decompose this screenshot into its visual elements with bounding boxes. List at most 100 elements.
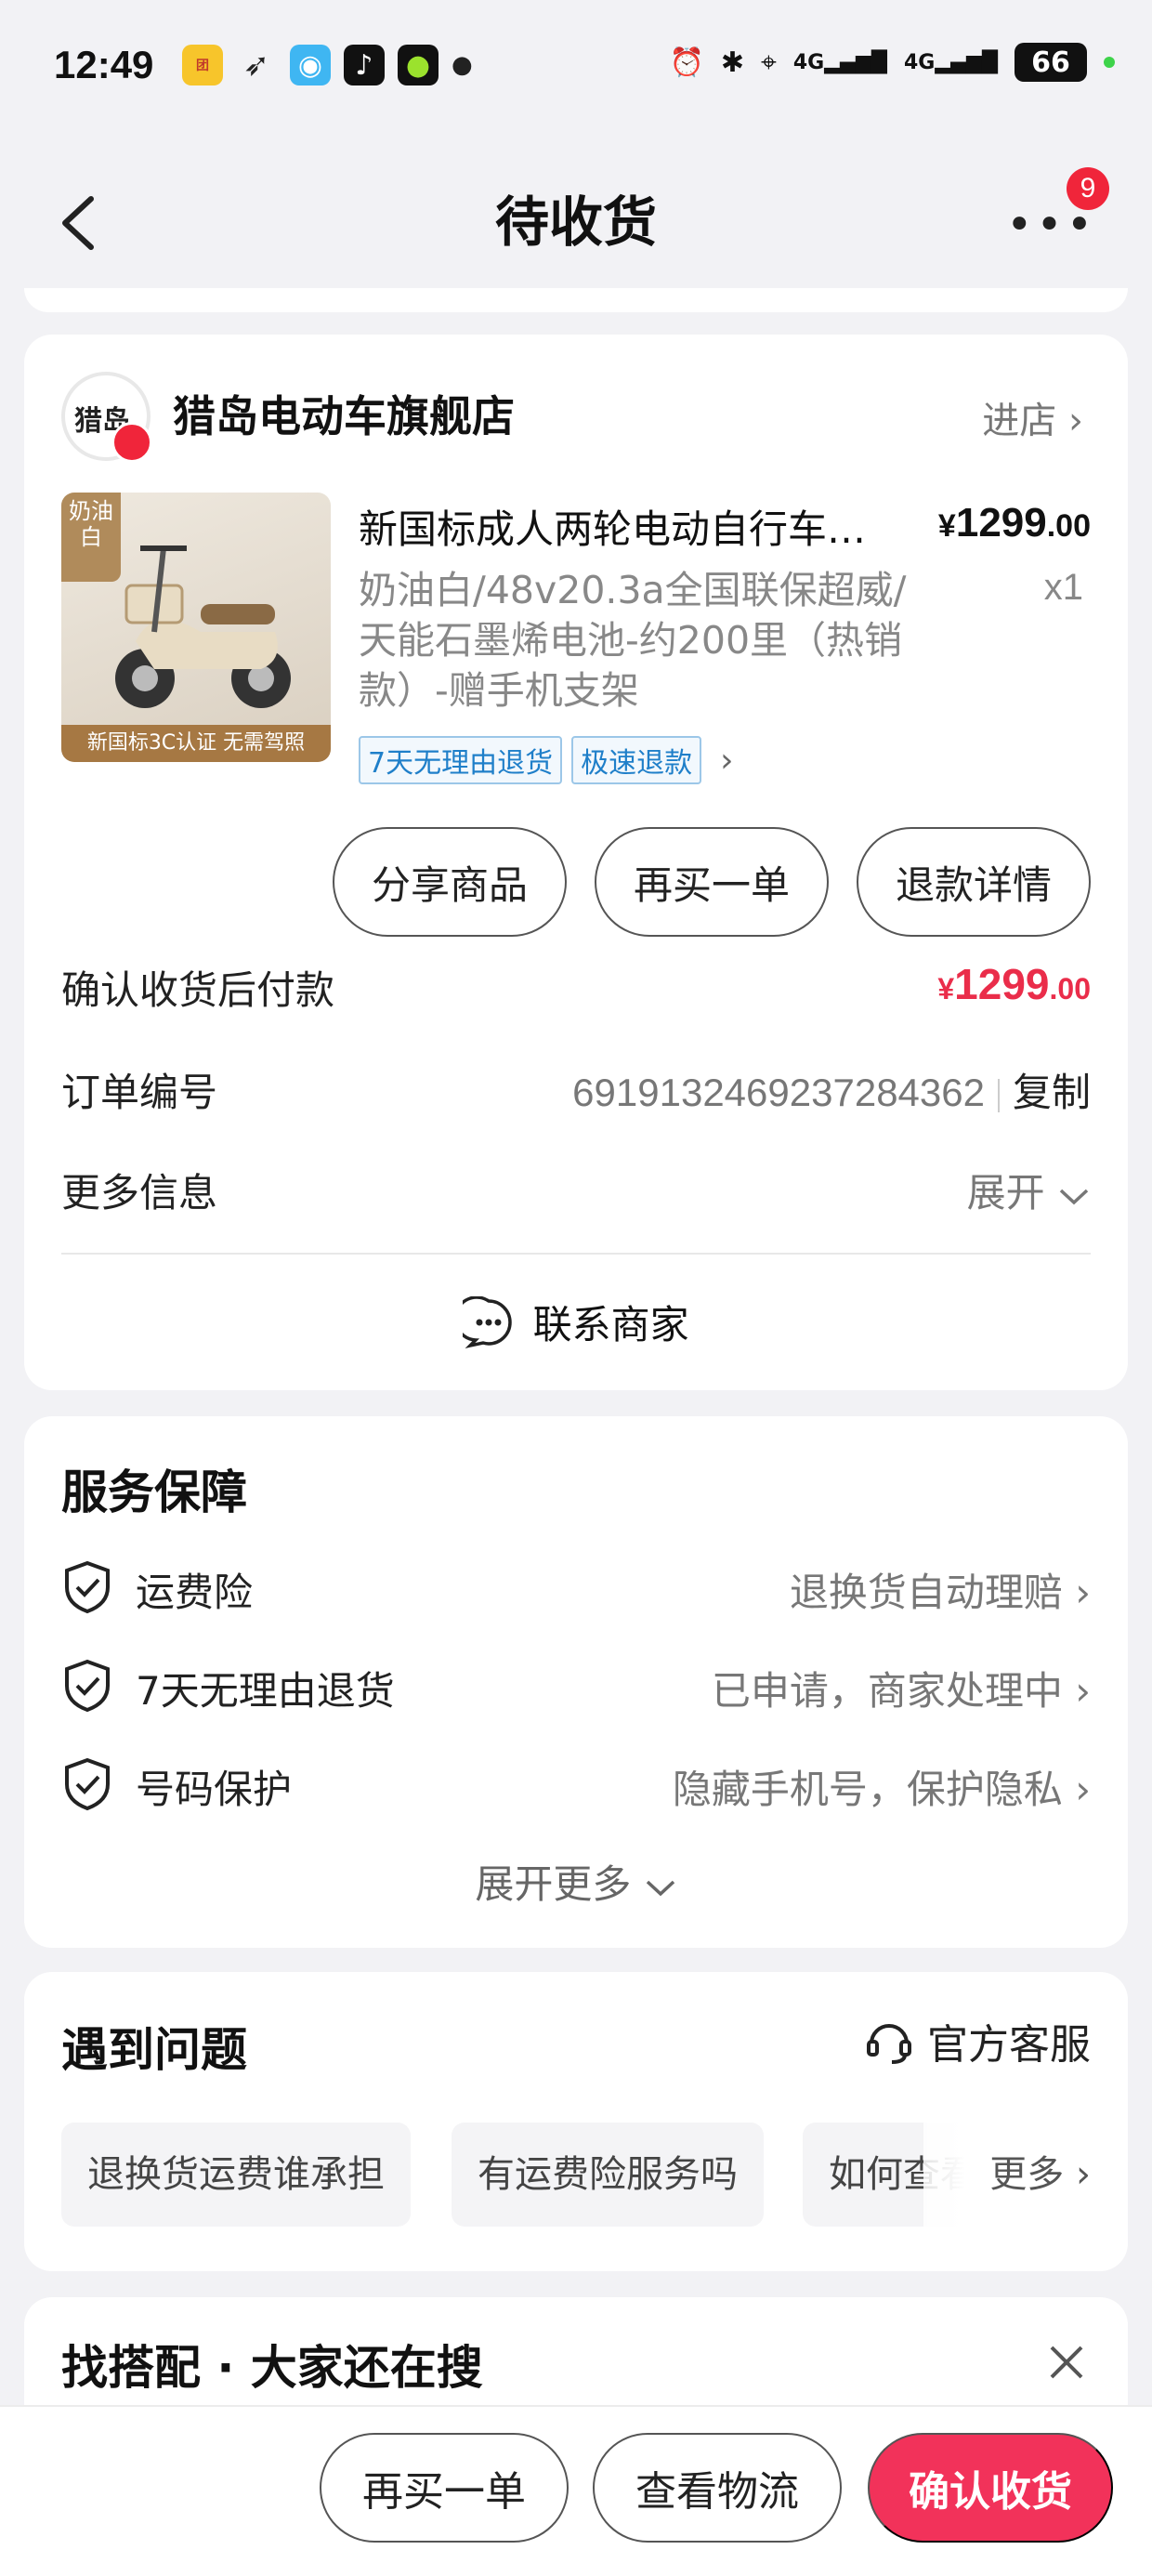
official-customer-service[interactable]: 官方客服 <box>864 2011 1091 2070</box>
product-quantity: x1 <box>1043 567 1083 608</box>
page-title: 待收货 <box>494 191 657 254</box>
bottom-action-bar: 再买一单 查看物流 确认收货 <box>0 2405 1152 2576</box>
problems-card: 遇到问题 官方客服 退换货运费谁承担 有运费险服务吗 如何查看物流 更多 › <box>24 1972 1128 2271</box>
product-tags[interactable]: 7天无理由退货 极速退款 › <box>359 736 734 784</box>
tag-fast-refund: 极速退款 <box>571 736 702 784</box>
service-item-7day-return[interactable]: 7天无理由退货 已申请，商家处理中 › <box>61 1654 1091 1719</box>
chevron-down-icon <box>1059 1189 1089 1204</box>
status-indicators: ⏰ ✱ ⌖ 4G▂▄▆█ 4G▂▄▆█ 66 <box>669 43 1115 82</box>
service-value: 已申请，商家处理中 › <box>711 1668 1091 1714</box>
status-bar: 12:49 团 ➶ ◉ ♪ ● ● ⏰ ✱ ⌖ 4G▂▄▆█ 4G▂▄▆█ 66 <box>0 0 1152 130</box>
service-guarantee-card: 服务保障 运费险 退换货自动理赔 › 7天无理由退货 已申请，商家处理中 › 号… <box>24 1416 1128 1948</box>
alarm-icon: ⏰ <box>669 46 704 79</box>
chat-bubble-icon <box>453 1295 512 1348</box>
product-spec: 奶油白/48v20.3a全国联保超威/天能石墨烯电池-约200里（热销款）-赠手… <box>359 568 907 713</box>
notification-badge: 9 <box>1067 167 1109 210</box>
service-section-title: 服务保障 <box>61 1465 247 1519</box>
previous-card-edge <box>24 288 1128 312</box>
shield-check-icon <box>65 1560 110 1614</box>
expand-more-info[interactable]: 展开 <box>967 1162 1091 1218</box>
recommend-section-title: 找搭配 · 大家还在搜 <box>61 2341 483 2395</box>
product-price: ¥1299.00 <box>938 500 1091 546</box>
battery-icon: 66 <box>1015 43 1087 82</box>
pay-after-label: 确认收货后付款 <box>61 967 335 1013</box>
chevron-right-icon: › <box>1075 1570 1091 1615</box>
more-label: 更多 <box>989 2153 1065 2196</box>
order-number-value: 6919132469237284362 <box>572 1071 985 1114</box>
location-icon: ⌖ <box>760 46 777 79</box>
pay-after-row: 确认收货后付款 ¥1299.00 <box>61 959 1091 1016</box>
bluetooth-icon: ✱ <box>720 46 744 79</box>
chevron-right-icon: › <box>1076 2153 1091 2196</box>
more-info-row[interactable]: 更多信息 展开 <box>61 1162 1091 1218</box>
order-action-buttons: 分享商品 再买一单 退款详情 <box>332 827 1091 937</box>
notification-app-icons: 团 ➶ ◉ ♪ ● ● <box>182 45 473 85</box>
shop-logo[interactable]: 猎岛 <box>61 372 152 463</box>
confirm-receipt-button[interactable]: 确认收货 <box>868 2433 1113 2543</box>
share-product-button[interactable]: 分享商品 <box>332 827 567 937</box>
order-number-row: 订单编号 6919132469237284362 复制 <box>61 1061 1091 1118</box>
chevron-down-icon <box>646 1880 674 1896</box>
view-logistics-button[interactable]: 查看物流 <box>593 2433 842 2543</box>
product-title[interactable]: 新国标成人两轮电动自行车电瓶车 <box>359 498 879 555</box>
product-color-tag: 奶油白 <box>61 493 121 582</box>
product-image-banner: 新国标3C认证 无需驾照 <box>61 725 331 762</box>
price-integer: 1299 <box>955 500 1047 545</box>
product-image[interactable]: 奶油白 新国标3C认证 无需驾照 <box>61 493 331 762</box>
contact-merchant-label: 联系商家 <box>532 1302 689 1347</box>
more-faq-button[interactable]: 更多 › <box>923 2123 1091 2227</box>
chevron-right-icon: › <box>720 741 734 780</box>
service-label: 7天无理由退货 <box>136 1668 395 1714</box>
price-symbol: ¥ <box>937 508 956 544</box>
pay-price-integer: 1299 <box>954 960 1050 1008</box>
service-item-freight-insurance[interactable]: 运费险 退换货自动理赔 › <box>61 1556 1091 1621</box>
price-decimal: .00 <box>1046 508 1091 544</box>
service-value: 退换货自动理赔 › <box>789 1570 1091 1615</box>
faq-chip[interactable]: 有运费险服务吗 <box>452 2123 764 2227</box>
meituan-app-icon: 团 <box>182 45 223 85</box>
signal-icon-2: 4G▂▄▆█ <box>903 50 998 74</box>
green-app-icon: ● <box>398 45 439 85</box>
pay-price-decimal: .00 <box>1049 972 1091 1005</box>
copy-button[interactable]: 复制 <box>1013 1070 1091 1115</box>
close-icon[interactable] <box>1048 2344 1085 2381</box>
order-number-label: 订单编号 <box>61 1070 218 1115</box>
divider <box>997 1078 1000 1112</box>
card-divider <box>61 1253 1091 1255</box>
order-card: 猎岛 猎岛电动车旗舰店 进店 › 奶油白 新国标3C认证 无需驾照 新国标成人两… <box>24 335 1128 1390</box>
status-time: 12:49 <box>54 43 154 86</box>
shop-name[interactable]: 猎岛电动车旗舰店 <box>173 383 515 444</box>
enter-shop-link[interactable]: 进店 › <box>982 390 1083 444</box>
chevron-right-icon: › <box>1075 1767 1091 1812</box>
shield-check-icon <box>65 1757 110 1811</box>
bird-app-icon: ➶ <box>242 46 270 84</box>
service-value: 隐藏手机号，保护隐私 › <box>672 1767 1091 1812</box>
faq-chip[interactable]: 退换货运费谁承担 <box>61 2123 411 2227</box>
service-item-number-protection[interactable]: 号码保护 隐藏手机号，保护隐私 › <box>61 1753 1091 1818</box>
order-number-value-group: 6919132469237284362 复制 <box>572 1061 1091 1118</box>
service-label: 号码保护 <box>136 1767 293 1812</box>
faq-chips: 退换货运费谁承担 有运费险服务吗 如何查看物流 更多 › <box>61 2123 1091 2227</box>
rebuy-button[interactable]: 再买一单 <box>594 827 829 937</box>
headset-icon <box>867 2024 911 2064</box>
scooter-illustration <box>115 545 291 708</box>
nav-bar: 待收货 ••• 9 <box>0 139 1152 288</box>
tag-7day-return: 7天无理由退货 <box>359 736 563 784</box>
bottom-rebuy-button[interactable]: 再买一单 <box>320 2433 569 2543</box>
service-label: 运费险 <box>136 1570 254 1615</box>
more-info-label: 更多信息 <box>61 1170 218 1216</box>
signal-icon-1: 4G▂▄▆█ <box>792 50 887 74</box>
live-badge-icon <box>111 422 152 463</box>
more-notifications-dot-icon: ● <box>452 51 473 79</box>
blue-app-icon: ◉ <box>290 45 331 85</box>
chevron-right-icon: › <box>1075 1668 1091 1714</box>
customer-service-label: 官方客服 <box>927 2021 1091 2069</box>
tiktok-app-icon: ♪ <box>344 45 385 85</box>
privacy-indicator-dot <box>1104 57 1115 68</box>
expand-more-button[interactable]: 展开更多 <box>24 1853 1128 1910</box>
refund-details-button[interactable]: 退款详情 <box>856 827 1091 937</box>
pay-after-price: ¥1299.00 <box>937 959 1091 1009</box>
more-menu-icon[interactable]: ••• <box>1006 203 1096 247</box>
contact-merchant-button[interactable]: 联系商家 <box>24 1294 1128 1350</box>
pay-price-symbol: ¥ <box>937 972 955 1005</box>
